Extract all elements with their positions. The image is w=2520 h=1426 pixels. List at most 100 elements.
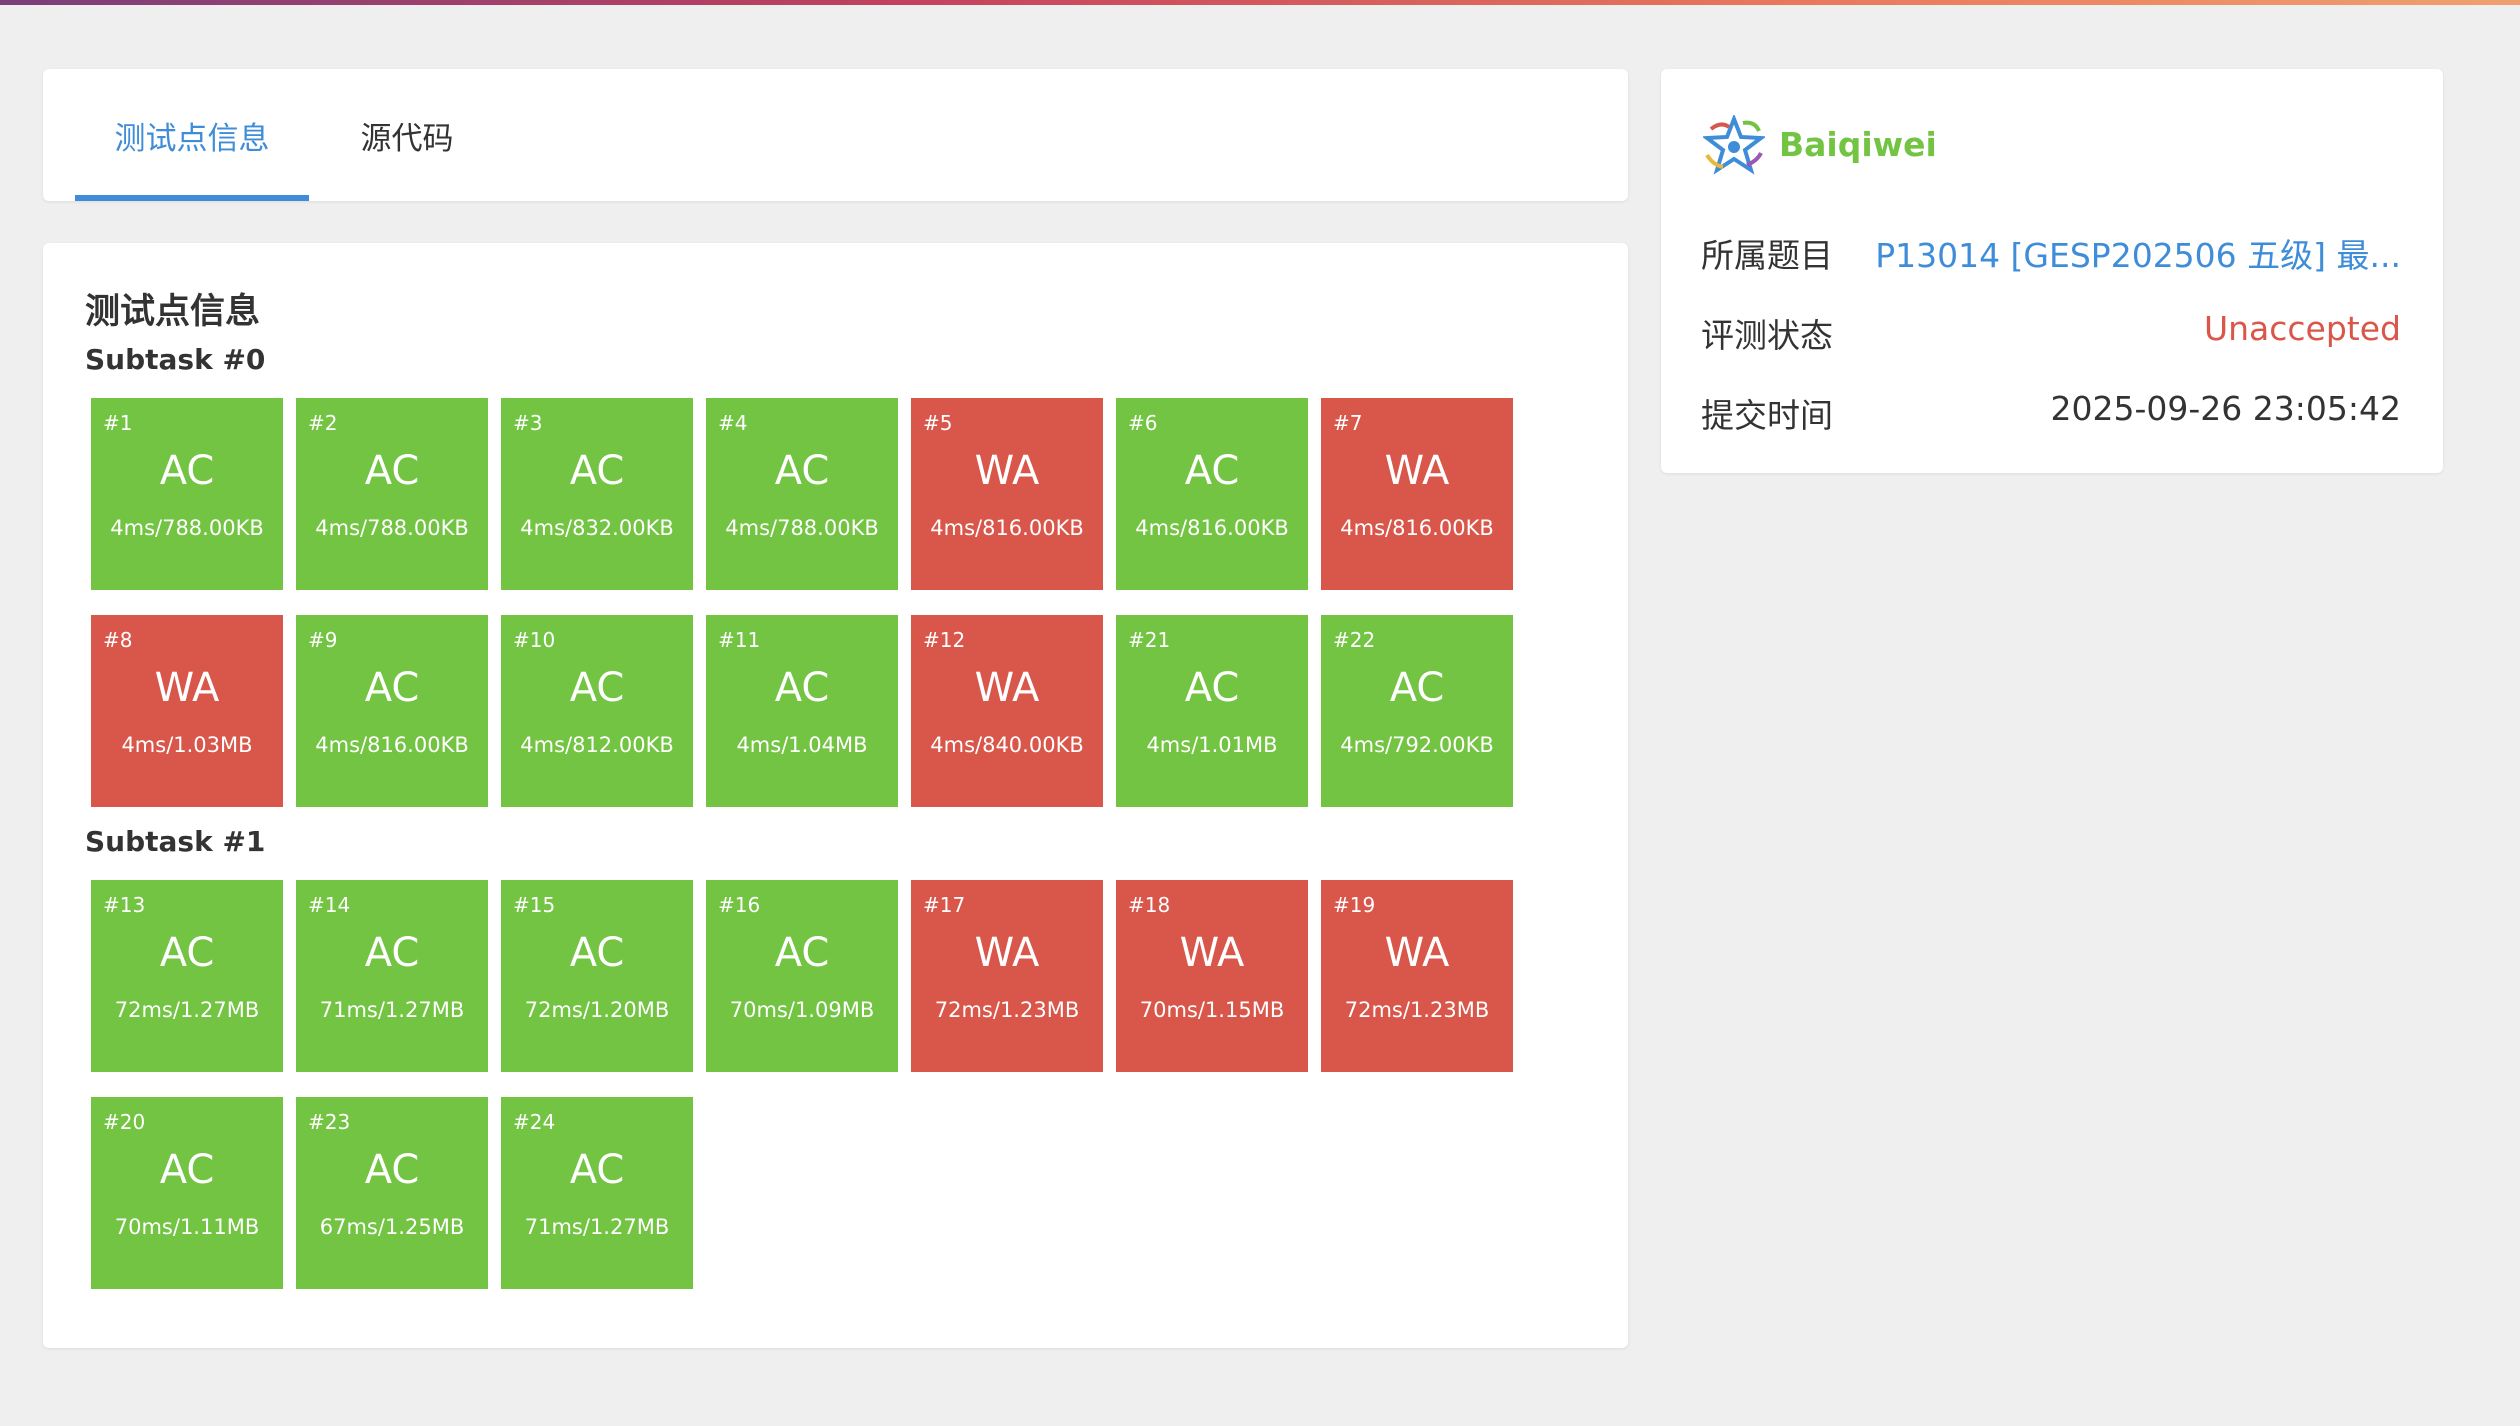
testcase-verdict: AC bbox=[1389, 665, 1445, 711]
testcase-id: #6 bbox=[1128, 411, 1158, 435]
testcase-time-memory: 4ms/788.00KB bbox=[725, 516, 879, 540]
testcase-id: #10 bbox=[513, 628, 556, 652]
tab-source-code[interactable]: 源代码 bbox=[309, 69, 505, 201]
problem-link[interactable]: P13014 [GESP202506 五级] 最... bbox=[1875, 229, 2401, 277]
testcase-tile[interactable]: #24 AC 71ms/1.27MB bbox=[501, 1097, 693, 1289]
testcase-tile[interactable]: #19 WA 72ms/1.23MB bbox=[1321, 880, 1513, 1072]
subtask-title: Subtask #1 bbox=[85, 825, 266, 858]
testcase-time-memory: 4ms/788.00KB bbox=[315, 516, 469, 540]
testcase-id: #18 bbox=[1128, 893, 1171, 917]
testcase-id: #16 bbox=[718, 893, 761, 917]
testcase-id: #21 bbox=[1128, 628, 1171, 652]
submission-info-card: Baiqiwei 所属题目 P13014 [GESP202506 五级] 最..… bbox=[1661, 69, 2443, 473]
testcase-id: #9 bbox=[308, 628, 338, 652]
testcase-id: #8 bbox=[103, 628, 133, 652]
testcase-verdict: AC bbox=[1184, 448, 1240, 494]
testcase-tile[interactable]: #23 AC 67ms/1.25MB bbox=[296, 1097, 488, 1289]
testcase-id: #23 bbox=[308, 1110, 351, 1134]
testcase-verdict: WA bbox=[1179, 930, 1245, 976]
testcase-verdict: AC bbox=[569, 930, 625, 976]
testcase-verdict: WA bbox=[154, 665, 220, 711]
user-name-link[interactable]: Baiqiwei bbox=[1779, 125, 1937, 164]
testcase-tile[interactable]: #13 AC 72ms/1.27MB bbox=[91, 880, 283, 1072]
subtask-title: Subtask #0 bbox=[85, 343, 266, 376]
testcase-id: #17 bbox=[923, 893, 966, 917]
testcase-time-memory: 72ms/1.23MB bbox=[934, 998, 1080, 1022]
testcase-tile[interactable]: #4 AC 4ms/788.00KB bbox=[706, 398, 898, 590]
testcase-verdict: AC bbox=[364, 665, 420, 711]
testcase-time-memory: 72ms/1.20MB bbox=[524, 998, 670, 1022]
testcase-verdict: AC bbox=[569, 448, 625, 494]
testcase-tile[interactable]: #22 AC 4ms/792.00KB bbox=[1321, 615, 1513, 807]
testcase-time-memory: 4ms/1.01MB bbox=[1146, 733, 1278, 757]
testcase-tile[interactable]: #1 AC 4ms/788.00KB bbox=[91, 398, 283, 590]
testcase-verdict: AC bbox=[159, 448, 215, 494]
testcase-verdict: WA bbox=[974, 930, 1040, 976]
testcase-tile[interactable]: #7 WA 4ms/816.00KB bbox=[1321, 398, 1513, 590]
testcase-verdict: WA bbox=[974, 665, 1040, 711]
testcase-id: #24 bbox=[513, 1110, 556, 1134]
testcase-tile[interactable]: #15 AC 72ms/1.20MB bbox=[501, 880, 693, 1072]
testcase-id: #12 bbox=[923, 628, 966, 652]
testcase-verdict: AC bbox=[159, 1147, 215, 1193]
testcase-id: #20 bbox=[103, 1110, 146, 1134]
testcase-time-memory: 72ms/1.23MB bbox=[1344, 998, 1490, 1022]
testcase-verdict: AC bbox=[774, 665, 830, 711]
testcase-verdict: AC bbox=[774, 930, 830, 976]
status-value: Unaccepted bbox=[2203, 309, 2401, 348]
testcase-verdict: AC bbox=[569, 1147, 625, 1193]
testcase-tile[interactable]: #11 AC 4ms/1.04MB bbox=[706, 615, 898, 807]
testcase-time-memory: 71ms/1.27MB bbox=[319, 998, 465, 1022]
testcase-tile[interactable]: #8 WA 4ms/1.03MB bbox=[91, 615, 283, 807]
testcase-tile[interactable]: #17 WA 72ms/1.23MB bbox=[911, 880, 1103, 1072]
section-title: 测试点信息 bbox=[85, 292, 261, 332]
testcase-id: #1 bbox=[103, 411, 133, 435]
testcase-id: #14 bbox=[308, 893, 351, 917]
testcase-tile[interactable]: #5 WA 4ms/816.00KB bbox=[911, 398, 1103, 590]
testcase-verdict: AC bbox=[364, 1147, 420, 1193]
testcase-time-memory: 4ms/816.00KB bbox=[1135, 516, 1289, 540]
testcase-tile[interactable]: #2 AC 4ms/788.00KB bbox=[296, 398, 488, 590]
problem-label: 所属题目 bbox=[1701, 236, 1833, 275]
testcase-id: #3 bbox=[513, 411, 543, 435]
testcase-time-memory: 4ms/816.00KB bbox=[1340, 516, 1494, 540]
testcase-verdict: AC bbox=[159, 930, 215, 976]
testcase-time-memory: 4ms/816.00KB bbox=[315, 733, 469, 757]
testcase-tile[interactable]: #20 AC 70ms/1.11MB bbox=[91, 1097, 283, 1289]
testcase-time-memory: 70ms/1.11MB bbox=[114, 1215, 260, 1239]
testcase-verdict: AC bbox=[774, 448, 830, 494]
testcase-verdict: WA bbox=[974, 448, 1040, 494]
testcase-tile[interactable]: #10 AC 4ms/812.00KB bbox=[501, 615, 693, 807]
testcase-tile[interactable]: #3 AC 4ms/832.00KB bbox=[501, 398, 693, 590]
testcase-info-card: 测试点信息 Subtask #0 #1 AC 4ms/788.00KB #2 AC 4ms… bbox=[43, 243, 1628, 1348]
testcase-tile[interactable]: #18 WA 70ms/1.15MB bbox=[1116, 880, 1308, 1072]
testcase-tile[interactable]: #14 AC 71ms/1.27MB bbox=[296, 880, 488, 1072]
star-logo-icon bbox=[1703, 115, 1765, 175]
testcase-time-memory: 4ms/1.03MB bbox=[121, 733, 253, 757]
testcase-verdict: AC bbox=[364, 930, 420, 976]
testcase-verdict: WA bbox=[1384, 448, 1450, 494]
testcase-time-memory: 4ms/832.00KB bbox=[520, 516, 674, 540]
testcase-tile[interactable]: #9 AC 4ms/816.00KB bbox=[296, 615, 488, 807]
testcase-tile[interactable]: #6 AC 4ms/816.00KB bbox=[1116, 398, 1308, 590]
testcase-id: #13 bbox=[103, 893, 146, 917]
testcase-time-memory: 72ms/1.27MB bbox=[114, 998, 260, 1022]
testcase-verdict: WA bbox=[1384, 930, 1450, 976]
testcase-tile[interactable]: #16 AC 70ms/1.09MB bbox=[706, 880, 898, 1072]
testcase-verdict: AC bbox=[1184, 665, 1240, 711]
testcase-id: #19 bbox=[1333, 893, 1376, 917]
testcase-time-memory: 71ms/1.27MB bbox=[524, 1215, 670, 1239]
testcase-time-memory: 4ms/792.00KB bbox=[1340, 733, 1494, 757]
testcase-tile[interactable]: #21 AC 4ms/1.01MB bbox=[1116, 615, 1308, 807]
testcase-time-memory: 4ms/1.04MB bbox=[736, 733, 868, 757]
testcase-verdict: AC bbox=[569, 665, 625, 711]
tab-testcase-info[interactable]: 测试点信息 bbox=[75, 69, 309, 201]
testcase-time-memory: 4ms/788.00KB bbox=[110, 516, 264, 540]
testcase-id: #5 bbox=[923, 411, 953, 435]
testcase-tile[interactable]: #12 WA 4ms/840.00KB bbox=[911, 615, 1103, 807]
status-label: 评测状态 bbox=[1701, 316, 1833, 355]
testcase-time-memory: 4ms/812.00KB bbox=[520, 733, 674, 757]
top-gradient-bar bbox=[0, 0, 2520, 5]
testcase-id: #4 bbox=[718, 411, 748, 435]
testcase-id: #7 bbox=[1333, 411, 1363, 435]
